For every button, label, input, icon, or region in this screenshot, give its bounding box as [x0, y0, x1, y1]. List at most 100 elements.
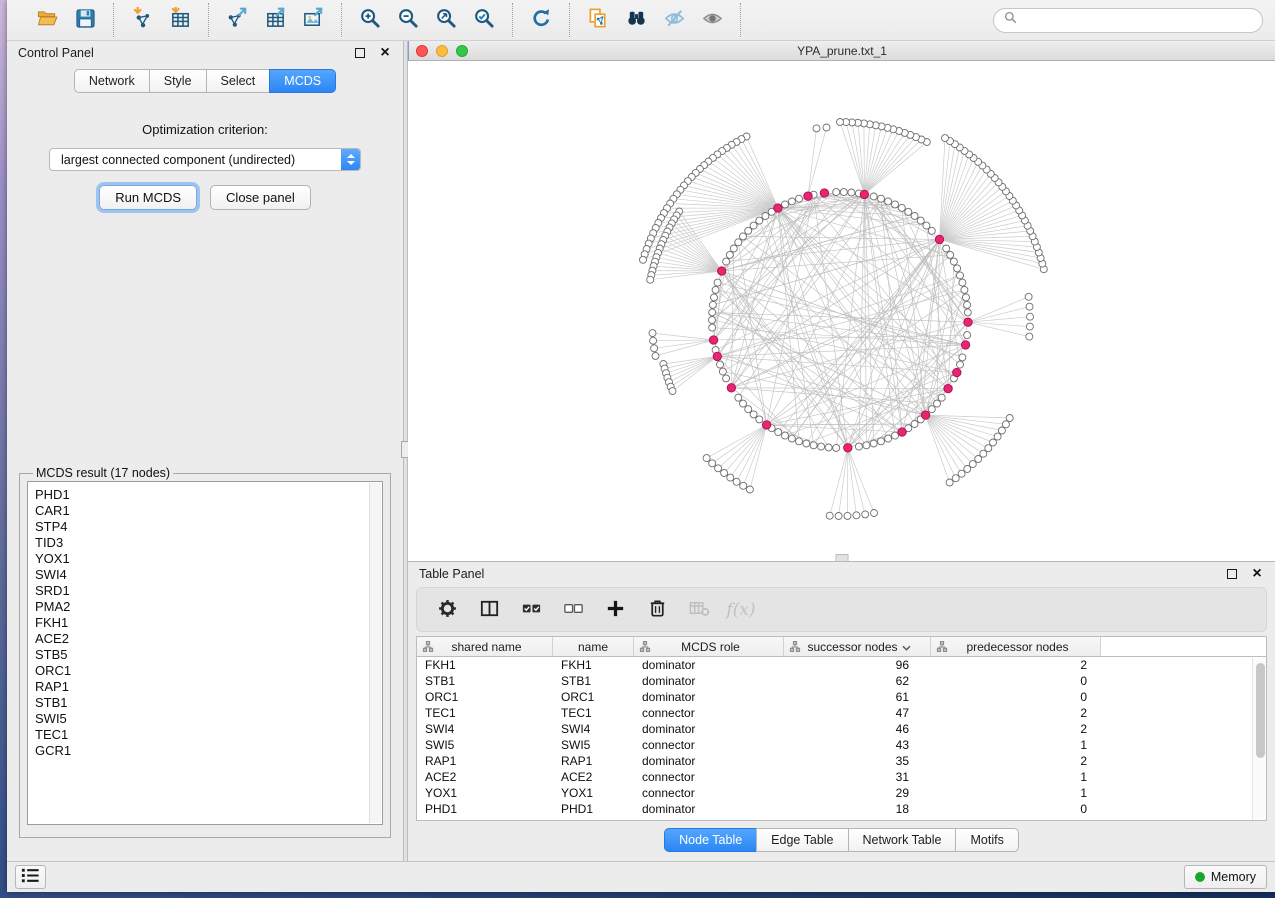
- mcds-result-item[interactable]: STB1: [35, 695, 382, 711]
- add-column-button[interactable]: [598, 594, 632, 626]
- table-settings-button[interactable]: [430, 594, 464, 626]
- table-row[interactable]: PHD1PHD1dominator180: [417, 801, 1266, 817]
- table-cell: SWI5: [553, 738, 634, 752]
- mcds-result-item[interactable]: PMA2: [35, 599, 382, 615]
- zoom-selected-button[interactable]: [465, 5, 503, 35]
- close-window-icon[interactable]: [416, 45, 428, 57]
- delete-table-button: [682, 594, 716, 626]
- mcds-result-item[interactable]: STP4: [35, 519, 382, 535]
- mcds-result-item[interactable]: PHD1: [35, 487, 382, 503]
- mcds-list-scrollbar[interactable]: [369, 483, 381, 823]
- column-header-filler: [1101, 637, 1266, 656]
- tab-edge-table[interactable]: Edge Table: [756, 828, 848, 852]
- column-header-predecessor-nodes[interactable]: predecessor nodes: [931, 637, 1101, 656]
- table-row[interactable]: ACE2ACE2connector311: [417, 769, 1266, 785]
- network-graph[interactable]: [408, 61, 1275, 561]
- close-icon: ×: [1252, 569, 1261, 579]
- table-scrollbar[interactable]: [1252, 658, 1266, 820]
- mcds-result-item[interactable]: SRD1: [35, 583, 382, 599]
- split-panel-button[interactable]: [472, 594, 506, 626]
- mcds-result-item[interactable]: ACE2: [35, 631, 382, 647]
- function-builder-icon: f(x): [726, 600, 755, 620]
- copy-network-button[interactable]: [579, 5, 617, 35]
- mcds-result-item[interactable]: YOX1: [35, 551, 382, 567]
- mcds-result-item[interactable]: RAP1: [35, 679, 382, 695]
- mcds-result-item[interactable]: FKH1: [35, 615, 382, 631]
- export-image-button[interactable]: [294, 5, 332, 35]
- table-cell: 31: [784, 770, 931, 784]
- tab-network-table[interactable]: Network Table: [848, 828, 957, 852]
- mcds-result-item[interactable]: TID3: [35, 535, 382, 551]
- show-all-button[interactable]: [693, 5, 731, 35]
- import-network-button[interactable]: [123, 5, 161, 35]
- horizontal-splitter-grip[interactable]: [835, 554, 848, 561]
- mcds-result-item[interactable]: STB5: [35, 647, 382, 663]
- table-cell: 1: [931, 738, 1101, 752]
- control-panel-float-button[interactable]: [353, 46, 367, 60]
- open-file-button[interactable]: [28, 5, 66, 35]
- mcds-result-item[interactable]: SWI5: [35, 711, 382, 727]
- table-panel-header: Table Panel ×: [408, 562, 1275, 586]
- column-header-name[interactable]: name: [553, 637, 634, 656]
- export-table-button[interactable]: [256, 5, 294, 35]
- tab-style[interactable]: Style: [149, 69, 207, 93]
- main-toolbar: [7, 0, 1275, 41]
- table-panel-close-button[interactable]: ×: [1250, 567, 1264, 581]
- table-row[interactable]: SWI5SWI5connector431: [417, 737, 1266, 753]
- zoom-out-button[interactable]: [389, 5, 427, 35]
- zoom-in-button[interactable]: [351, 5, 389, 35]
- toolbar-group: [209, 3, 342, 37]
- optimization-criterion-select[interactable]: largest connected component (undirected): [49, 148, 361, 171]
- close-panel-button[interactable]: Close panel: [210, 185, 311, 210]
- table-cell: 2: [931, 706, 1101, 720]
- tab-network[interactable]: Network: [74, 69, 150, 93]
- mcds-result-item[interactable]: TEC1: [35, 727, 382, 743]
- mcds-result-item[interactable]: SWI4: [35, 567, 382, 583]
- first-neighbors-icon: [625, 7, 648, 33]
- mcds-result-item[interactable]: CAR1: [35, 503, 382, 519]
- delete-column-button[interactable]: [640, 594, 674, 626]
- table-row[interactable]: SWI4SWI4dominator462: [417, 721, 1266, 737]
- table-row[interactable]: YOX1YOX1connector291: [417, 785, 1266, 801]
- table-row[interactable]: RAP1RAP1dominator352: [417, 753, 1266, 769]
- tab-motifs[interactable]: Motifs: [955, 828, 1018, 852]
- run-mcds-button[interactable]: Run MCDS: [99, 185, 197, 210]
- table-cell: RAP1: [553, 754, 634, 768]
- tab-node-table[interactable]: Node Table: [664, 828, 757, 852]
- table-row[interactable]: ORC1ORC1dominator610: [417, 689, 1266, 705]
- tab-mcds[interactable]: MCDS: [269, 69, 336, 93]
- clear-selection-icon: [562, 597, 585, 623]
- select-all-button[interactable]: [514, 594, 548, 626]
- column-header-successor-nodes[interactable]: successor nodes: [784, 637, 931, 656]
- mcds-result-item[interactable]: GCR1: [35, 743, 382, 759]
- table-scrollbar-thumb[interactable]: [1256, 663, 1265, 758]
- memory-button[interactable]: Memory: [1184, 865, 1267, 889]
- table-row[interactable]: STB1STB1dominator620: [417, 673, 1266, 689]
- table-settings-icon: [436, 597, 459, 623]
- task-history-button[interactable]: [15, 865, 46, 889]
- table-panel-float-button[interactable]: [1225, 567, 1239, 581]
- table-row[interactable]: TEC1TEC1connector472: [417, 705, 1266, 721]
- maximize-window-icon[interactable]: [456, 45, 468, 57]
- table-row[interactable]: FKH1FKH1dominator962: [417, 657, 1266, 673]
- column-label: successor nodes: [807, 640, 897, 654]
- refresh-button[interactable]: [522, 5, 560, 35]
- column-header-mcds-role[interactable]: MCDS role: [634, 637, 784, 656]
- minimize-window-icon[interactable]: [436, 45, 448, 57]
- mcds-result-item[interactable]: ORC1: [35, 663, 382, 679]
- zoom-fit-button[interactable]: [427, 5, 465, 35]
- search-input[interactable]: [1023, 13, 1253, 27]
- save-button[interactable]: [66, 5, 104, 35]
- right-column: YPA_prune.txt_1 Table Panel ×: [408, 41, 1275, 861]
- column-header-shared-name[interactable]: shared name: [417, 637, 553, 656]
- clear-selection-button[interactable]: [556, 594, 590, 626]
- first-neighbors-button[interactable]: [617, 5, 655, 35]
- mcds-result-group: MCDS result (17 nodes) PHD1CAR1STP4TID3Y…: [19, 466, 391, 838]
- control-panel-close-button[interactable]: ×: [378, 46, 392, 60]
- tab-select[interactable]: Select: [206, 69, 271, 93]
- network-titlebar[interactable]: YPA_prune.txt_1: [408, 41, 1275, 61]
- table-cell: FKH1: [417, 658, 553, 672]
- hide-selected-button[interactable]: [655, 5, 693, 35]
- import-table-button[interactable]: [161, 5, 199, 35]
- export-network-button[interactable]: [218, 5, 256, 35]
